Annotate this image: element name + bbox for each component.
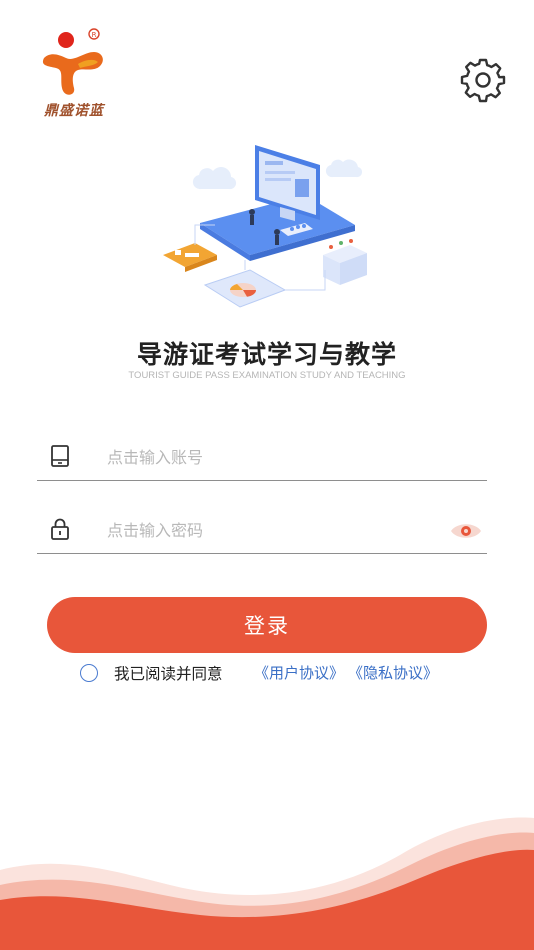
agreement-row: 我已阅读并同意 《用户协议》 《隐私协议》 — [80, 660, 500, 688]
password-input[interactable] — [107, 513, 427, 547]
account-field — [37, 432, 487, 481]
brand-logo-mark: R — [42, 28, 103, 95]
login-screen: R 鼎盛诺蓝 导游证考试学习与教学 TOURIST GUIDE PASS EXA… — [0, 0, 534, 950]
lock-icon — [51, 518, 69, 540]
user-agreement-link[interactable]: 《用户协议》 — [254, 662, 344, 683]
settings-button[interactable] — [460, 57, 506, 103]
privacy-policy-link[interactable]: 《隐私协议》 — [348, 662, 438, 683]
account-input[interactable] — [107, 440, 427, 474]
hero-illustration — [155, 135, 380, 325]
app-title: 导游证考试学习与教学 — [136, 340, 397, 369]
tablet-icon — [51, 445, 69, 467]
eye-icon[interactable] — [449, 519, 483, 543]
svg-text:R: R — [92, 31, 97, 39]
agreement-checkbox[interactable] — [80, 664, 98, 682]
login-button[interactable]: 登录 — [47, 597, 487, 653]
app-subtitle: TOURIST GUIDE PASS EXAMINATION STUDY AND… — [128, 370, 406, 381]
brand-name: 鼎盛诺蓝 — [44, 103, 104, 119]
agreement-text: 我已阅读并同意 — [114, 665, 223, 683]
password-field — [37, 505, 487, 554]
online-learning-illustration — [163, 145, 367, 308]
gear-icon — [460, 58, 506, 103]
bottom-wave-decoration — [0, 817, 534, 950]
brand-logo: R 鼎盛诺蓝 — [38, 24, 110, 124]
